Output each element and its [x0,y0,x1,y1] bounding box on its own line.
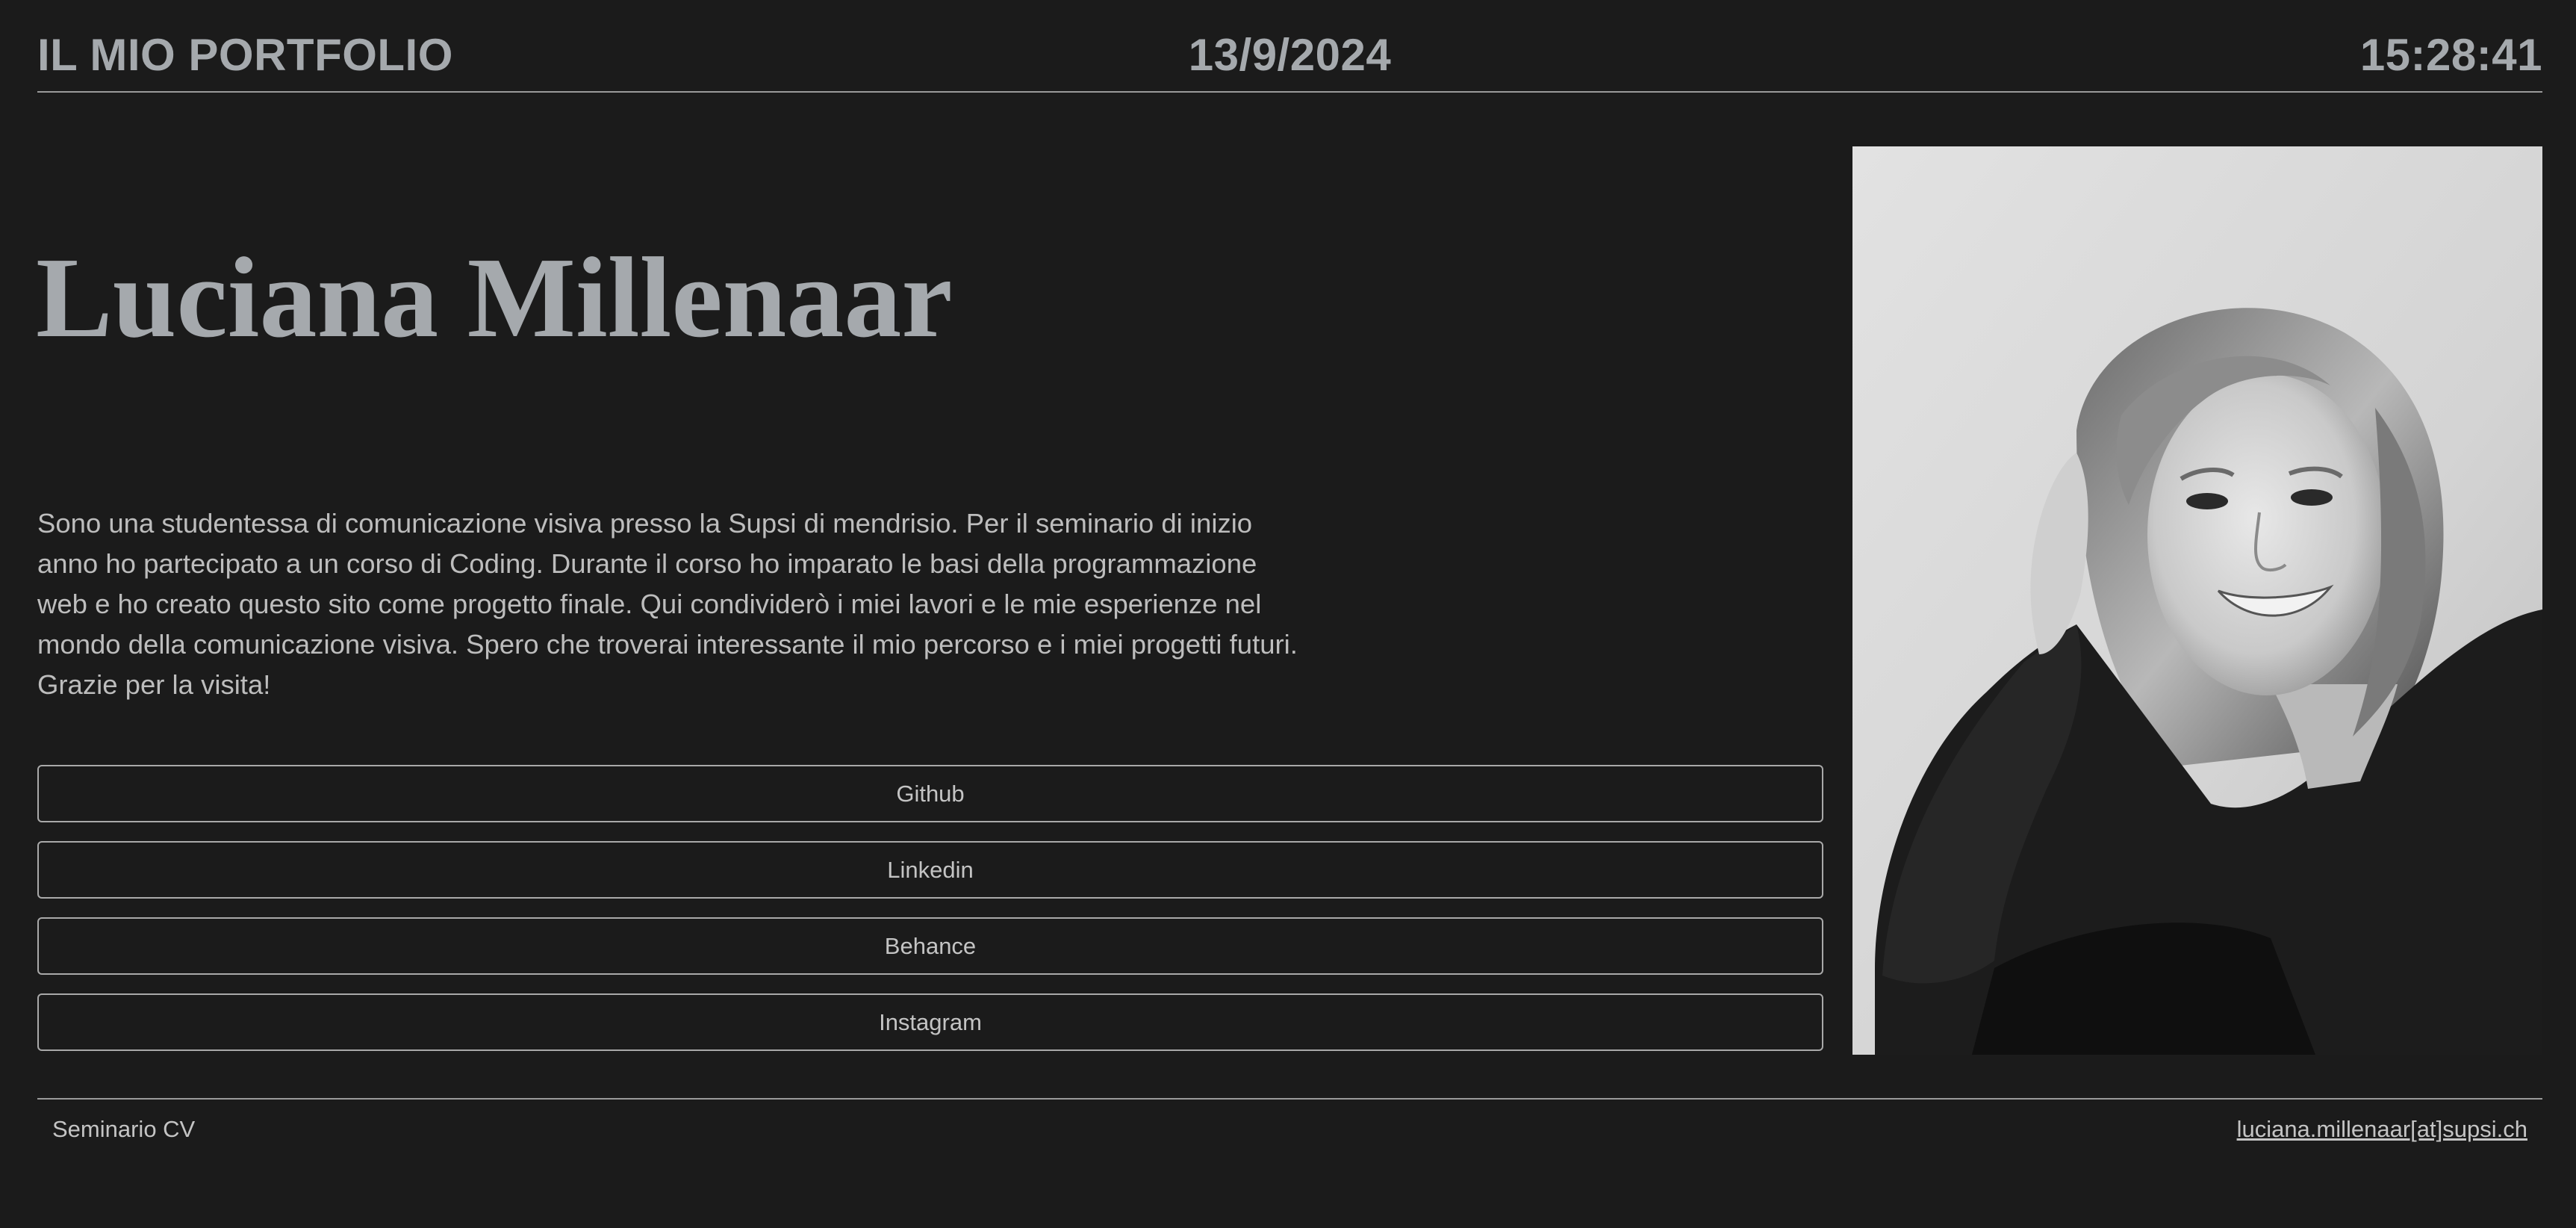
social-links: Github Linkedin Behance Instagram [37,765,1823,1070]
site-title: IL MIO PORTFOLIO [37,30,453,80]
footer-label: Seminario CV [52,1116,196,1142]
current-time: 15:28:41 [2359,30,2542,80]
profile-name: Luciana Millenaar [36,235,953,362]
instagram-link-button[interactable]: Instagram [37,993,1823,1051]
behance-link-button[interactable]: Behance [37,917,1823,975]
email-link[interactable]: luciana.millenaar[at]supsi.ch [2237,1116,2527,1143]
current-date: 13/9/2024 [1188,30,1392,80]
github-link-button[interactable]: Github [37,765,1823,822]
page-footer: Seminario CV luciana.millenaar[at]supsi.… [37,1098,2542,1159]
linkedin-link-button[interactable]: Linkedin [37,841,1823,899]
page-header: IL MIO PORTFOLIO 13/9/2024 15:28:41 [37,0,2542,93]
profile-photo [1852,146,2542,1055]
profile-bio: Sono una studentessa di comunicazione vi… [37,508,1298,700]
